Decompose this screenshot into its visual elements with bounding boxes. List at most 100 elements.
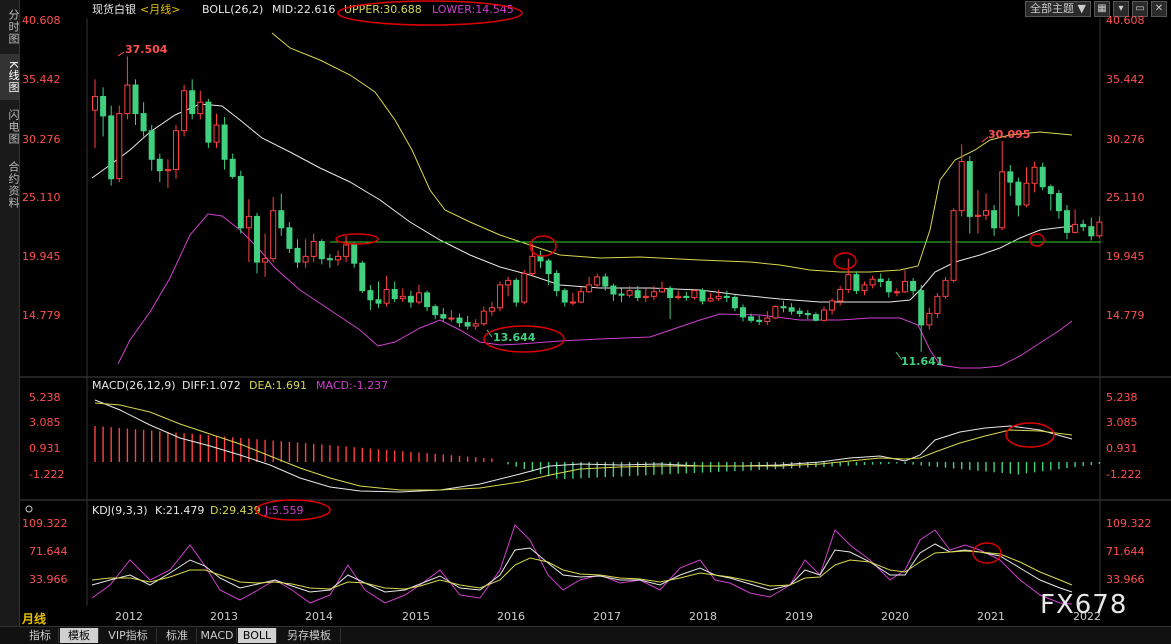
candle-body — [221, 124, 228, 160]
y-tick-right: 35.442 — [1106, 73, 1145, 86]
highlight-ellipse-macd-cross — [1005, 422, 1055, 448]
kdj-d-line — [91, 550, 1073, 590]
y-tick-right: 30.276 — [1106, 133, 1145, 146]
macd-diff-line — [94, 399, 1073, 493]
macd-diff-label: DIFF:1.072 — [182, 379, 241, 392]
candle-body — [586, 284, 593, 293]
tab-indicators[interactable]: 指标 — [22, 628, 59, 643]
candle-body — [254, 215, 260, 263]
candle-body — [837, 288, 844, 302]
candle-body — [715, 295, 722, 300]
period-selector[interactable]: 月线 — [22, 610, 46, 627]
candle-body — [1031, 166, 1038, 184]
candle-body — [861, 284, 868, 292]
tab-boll[interactable]: BOLL — [238, 628, 277, 643]
candle-body — [505, 279, 512, 286]
candle-body — [893, 291, 900, 294]
candle-body — [424, 292, 431, 308]
candle-body — [472, 323, 479, 327]
candle-body — [610, 285, 617, 295]
y-tick-left: 14.779 — [22, 309, 61, 322]
tab-save-template[interactable]: 另存模板 — [278, 628, 341, 643]
macd-value-label: MACD:-1.237 — [316, 379, 388, 392]
candle-body — [958, 161, 965, 212]
boll-mid-label: MID:22.616 — [272, 3, 335, 16]
candle-body — [845, 274, 852, 290]
candle-body — [650, 291, 657, 297]
tab-macd[interactable]: MACD — [198, 628, 237, 643]
x-tick-label: 2015 — [402, 610, 430, 623]
macd-title: MACD(26,12,9) — [92, 379, 176, 392]
candle-body — [351, 244, 358, 264]
y-tick-left: 19.945 — [22, 250, 61, 263]
annotation-low-11641: 11.641 — [901, 355, 943, 368]
candle-body — [950, 210, 957, 281]
x-tick-label: 2014 — [305, 610, 333, 623]
tab-standard[interactable]: 标准 — [158, 628, 197, 643]
candles — [92, 56, 1103, 352]
candle-body — [213, 124, 220, 143]
candle-body — [683, 295, 690, 298]
kdj-settings-icon[interactable] — [25, 505, 33, 513]
period-tag: <月线> — [140, 2, 180, 16]
y-tick-left: 35.442 — [22, 73, 61, 86]
candle-body — [999, 171, 1006, 229]
kdj-y-tick-left: 109.322 — [22, 517, 68, 530]
candle-body — [748, 316, 755, 321]
candle-body — [602, 276, 609, 287]
kdj-j-label: J:5.559 — [264, 504, 303, 517]
candle-body — [456, 317, 463, 324]
candle-body — [407, 295, 414, 303]
candle-body — [804, 312, 811, 316]
x-tick-label: 2021 — [977, 610, 1005, 623]
candle-body — [626, 290, 633, 296]
candle-body — [278, 210, 285, 229]
candle-body — [764, 317, 771, 322]
candle-body — [302, 255, 309, 263]
candle-body — [731, 296, 738, 309]
candle-body — [780, 306, 787, 309]
candle-body — [132, 84, 139, 115]
candle-body — [853, 274, 860, 292]
candle-body — [286, 227, 293, 249]
boll-upper-label: UPPER:30.688 — [344, 3, 422, 16]
candle-body — [756, 319, 763, 322]
candle-body — [545, 260, 552, 275]
candle-body — [173, 130, 179, 171]
y-tick-left: 40.608 — [22, 14, 61, 27]
tab-vip-indicators[interactable]: VIP指标 — [100, 628, 157, 643]
tab-templates[interactable]: 模板 — [60, 628, 99, 643]
candle-body — [124, 84, 131, 115]
candle-body — [910, 280, 917, 292]
macd-y-tick-right: 0.931 — [1106, 442, 1138, 455]
kdj-y-tick-left: 71.644 — [29, 545, 68, 558]
kdj-y-tick-left: 33.966 — [29, 573, 68, 586]
y-tick-right: 14.779 — [1106, 309, 1145, 322]
candle-body — [375, 299, 382, 304]
candle-body — [796, 310, 803, 314]
candle-body — [1064, 210, 1070, 233]
candle-body — [416, 292, 422, 303]
candle-body — [934, 295, 941, 314]
candle-body — [772, 306, 779, 319]
y-tick-right: 25.110 — [1106, 191, 1145, 204]
candle-body — [707, 298, 714, 302]
candle-body — [326, 258, 333, 261]
candle-body — [821, 309, 827, 321]
candle-body — [205, 101, 212, 143]
candle-body — [245, 215, 252, 229]
candle-body — [156, 158, 163, 172]
x-tick-label: 2017 — [593, 610, 621, 623]
kdj-y-tick-right: 33.966 — [1106, 573, 1145, 586]
macd-dea-label: DEA:1.691 — [249, 379, 307, 392]
candle-body — [553, 273, 560, 292]
y-tick-right: 19.945 — [1106, 250, 1145, 263]
candle-body — [335, 255, 341, 261]
candle-body — [237, 175, 244, 229]
candle-body — [440, 314, 447, 319]
candle-body — [262, 258, 269, 263]
candle-body — [1072, 223, 1079, 233]
kdj-j-line — [91, 524, 1073, 605]
x-tick-label: 2016 — [497, 610, 525, 623]
candle-body — [497, 284, 503, 309]
